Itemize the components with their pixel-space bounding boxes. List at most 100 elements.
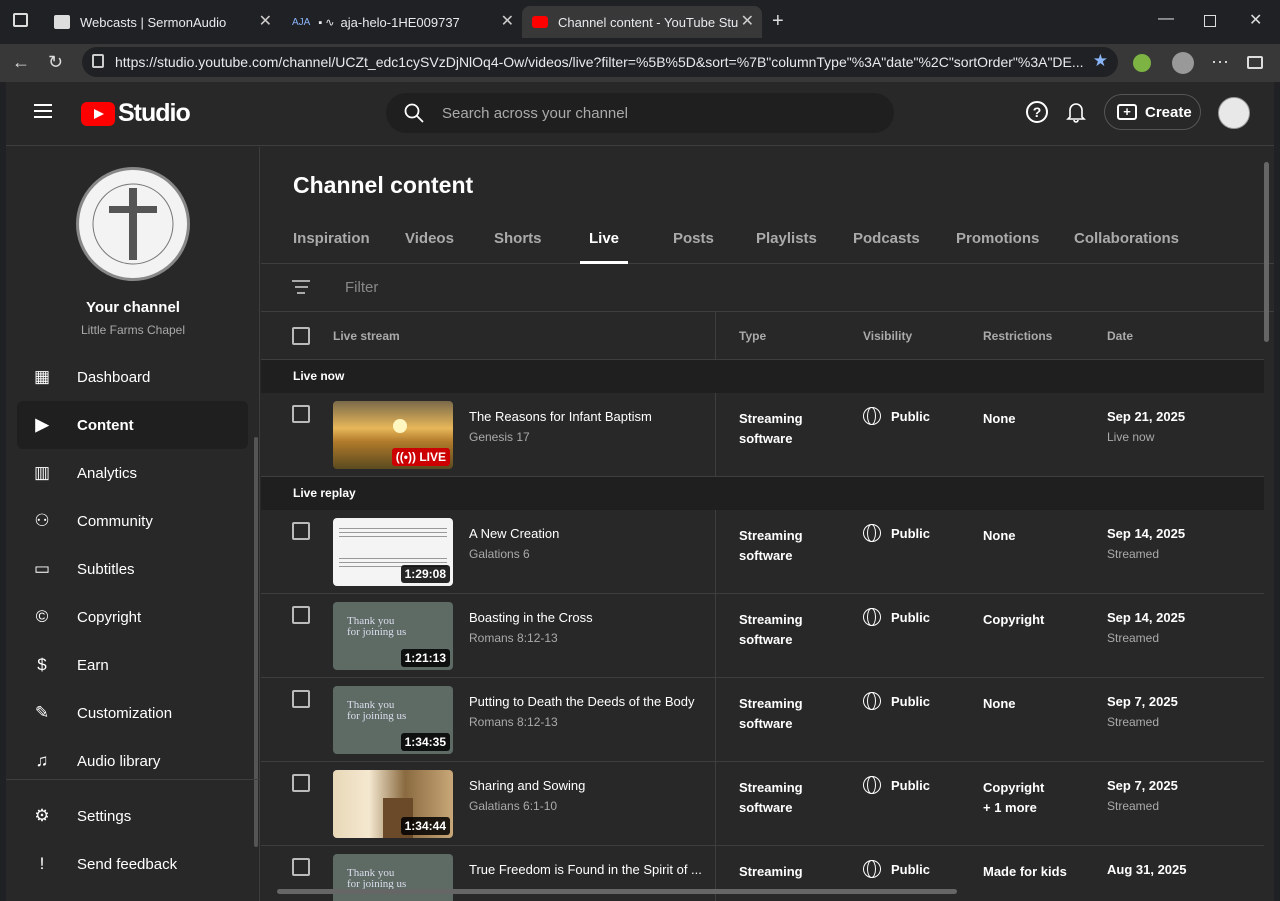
horizontal-scrollbar[interactable] [277,889,957,894]
tab-collaborations[interactable]: Collaborations [1074,230,1179,264]
sidebar-item-dashboard[interactable]: ▦ Dashboard [17,353,248,401]
filter-icon[interactable] [292,280,310,298]
sidebar-item-settings[interactable]: ⚙ Settings [17,792,248,840]
minimize-icon[interactable]: — [1158,10,1174,28]
url-field[interactable]: https://studio.youtube.com/channel/UCZt_… [82,47,1118,77]
date-value: Sep 21, 2025 [1107,409,1186,424]
menu-dots-icon[interactable]: ⋯ [1211,52,1229,73]
column-divider [715,393,716,477]
video-title[interactable]: Putting to Death the Deeds of the Body [469,694,704,709]
video-title[interactable]: A New Creation [469,526,704,541]
row-checkbox[interactable] [292,405,310,423]
sidebar-item-send-feedback[interactable]: ! Send feedback [17,840,248,888]
close-tab-icon[interactable]: ✕ [501,14,514,30]
notifications-bell-icon[interactable] [1066,101,1086,123]
row-checkbox[interactable] [292,858,310,876]
video-thumbnail[interactable]: 1:29:08 [333,518,453,586]
help-icon[interactable]: ? [1026,101,1048,123]
channel-title[interactable]: Your channel [6,299,260,316]
account-avatar[interactable] [1218,97,1250,129]
table-row[interactable]: ((•)) LIVE The Reasons for Infant Baptis… [261,393,1264,477]
menu-icon[interactable] [34,104,52,118]
table-row[interactable]: Thank you for joining us 1:21:13 Boasting i… [261,594,1264,678]
visibility-value[interactable]: Public [863,608,930,626]
video-title[interactable]: Sharing and Sowing [469,778,704,793]
visibility-value[interactable]: Public [863,692,930,710]
close-window-icon[interactable]: ✕ [1249,10,1262,30]
sidebar-item-content[interactable]: ▶ Content [17,401,248,449]
row-checkbox[interactable] [292,774,310,792]
visibility-value[interactable]: Public [863,776,930,794]
row-checkbox[interactable] [292,522,310,540]
column-date[interactable]: Date [1107,329,1133,343]
browser-tab-studio[interactable]: Channel content - YouTube Studio ✕ [522,6,762,38]
visibility-value[interactable]: Public [863,524,930,542]
tab-videos[interactable]: Videos [405,230,454,264]
new-tab-icon[interactable]: + [772,10,784,33]
sun-graphic [393,419,407,433]
section-live-replay: Live replay [261,477,1264,510]
video-thumbnail[interactable]: Thank you for joining us 1:34:35 [333,686,453,754]
video-title[interactable]: Boasting in the Cross [469,610,704,625]
sidebar-item-earn[interactable]: $ Earn [17,641,248,689]
browser-tab-sermonaudio[interactable]: Webcasts | SermonAudio ✕ [44,6,280,38]
close-tab-icon[interactable]: ✕ [741,14,754,30]
sidebar-item-community[interactable]: ⚇ Community [17,497,248,545]
channel-avatar[interactable] [76,167,190,281]
tab-promotions[interactable]: Promotions [956,230,1039,264]
close-tab-icon[interactable]: ✕ [259,14,272,30]
column-type[interactable]: Type [739,329,766,343]
table-row[interactable]: Thank you for joining us 1:34:35 Putting to… [261,678,1264,762]
row-checkbox[interactable] [292,606,310,624]
restrictions-value: Made for kids [983,864,1067,879]
sidebar-item-subtitles[interactable]: ▭ Subtitles [17,545,248,593]
date-value: Sep 7, 2025 [1107,694,1178,709]
tab-playlists[interactable]: Playlists [756,230,817,264]
filter-input[interactable]: Filter [345,279,378,296]
back-icon[interactable]: ← [12,52,30,73]
video-description: Galations 6 [469,547,530,561]
profile-icon[interactable] [1172,52,1194,74]
date-status: Streamed [1107,547,1160,561]
bookmark-star-icon[interactable]: ★ [1093,51,1108,71]
gear-icon: ⚙ [34,806,50,825]
column-visibility[interactable]: Visibility [863,329,912,343]
sidebar-scrollbar[interactable] [254,437,258,847]
restrictions-value: Copyright [983,612,1045,627]
tab-posts[interactable]: Posts [673,230,714,264]
column-live-stream[interactable]: Live stream [333,329,400,343]
row-checkbox[interactable] [292,690,310,708]
visibility-value[interactable]: Public [863,860,930,878]
tab-shorts[interactable]: Shorts [494,230,542,264]
sidebar-toggle-icon[interactable] [1247,56,1263,69]
video-thumbnail[interactable]: ((•)) LIVE [333,401,453,469]
studio-logo[interactable]: Studio [81,99,191,128]
tab-inspiration[interactable]: Inspiration [293,230,370,264]
sidebar-item-audio-library[interactable]: ♫ Audio library [17,737,248,785]
video-thumbnail[interactable]: Thank you for joining us 1:21:13 [333,602,453,670]
tab-podcasts[interactable]: Podcasts [853,230,920,264]
vertical-scrollbar[interactable] [1264,162,1269,342]
sidebar-item-analytics[interactable]: ▥ Analytics [17,449,248,497]
video-thumbnail[interactable]: 1:34:44 [333,770,453,838]
sidebar-item-customization[interactable]: ✎ Customization [17,689,248,737]
tab-live[interactable]: Live [580,230,628,264]
table-row[interactable]: 1:34:44 Sharing and Sowing Galatians 6:1-1… [261,762,1264,846]
video-title[interactable]: True Freedom is Found in the Spirit of .… [469,862,704,877]
video-title[interactable]: The Reasons for Infant Baptism [469,409,704,424]
search-input[interactable]: Search across your channel [386,93,894,133]
browser-tab-aja[interactable]: AJA ▪ ∿ aja-helo-1HE009737 ✕ [282,6,522,38]
visibility-value[interactable]: Public [863,407,930,425]
tab-actions-icon[interactable] [13,13,28,27]
table-row[interactable]: 1:29:08 A New Creation Galations 6 Streamin… [261,510,1264,594]
create-button[interactable]: + Create [1104,94,1201,130]
reload-icon[interactable]: ↻ [48,52,63,73]
maximize-icon[interactable] [1204,15,1216,27]
sidebar-item-copyright[interactable]: © Copyright [17,593,248,641]
extension-icon[interactable] [1133,54,1151,72]
channel-name: Little Farms Chapel [80,323,186,337]
analytics-icon: ▥ [33,463,51,482]
site-info-icon[interactable] [92,54,104,68]
select-all-checkbox[interactable] [292,327,310,345]
column-restrictions[interactable]: Restrictions [983,329,1052,343]
